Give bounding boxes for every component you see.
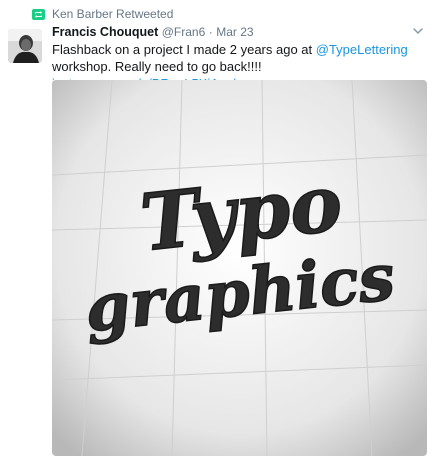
retweet-text: Ken Barber Retweeted <box>52 7 174 21</box>
retweet-context[interactable]: Ken Barber Retweeted <box>32 6 173 22</box>
meta-separator: · <box>208 25 213 39</box>
tweet-media[interactable]: Typo graphics <box>52 80 427 456</box>
author-name[interactable]: Francis Chouquet <box>52 25 158 39</box>
mention-link[interactable]: @TypeLettering <box>316 42 408 57</box>
tweet-text-part1: Flashback on a project I made 2 years ag… <box>52 42 316 57</box>
tweet-header: Francis Chouquet @Fran6 · Mar 23 <box>52 24 408 40</box>
avatar[interactable] <box>8 29 42 63</box>
author-handle[interactable]: @Fran6 <box>162 25 206 39</box>
retweet-icon <box>32 8 45 20</box>
tweet-text-part2: workshop. Really need to go back!!!! <box>52 59 262 74</box>
chevron-down-icon[interactable] <box>411 24 425 38</box>
tweet-date[interactable]: Mar 23 <box>216 25 253 39</box>
